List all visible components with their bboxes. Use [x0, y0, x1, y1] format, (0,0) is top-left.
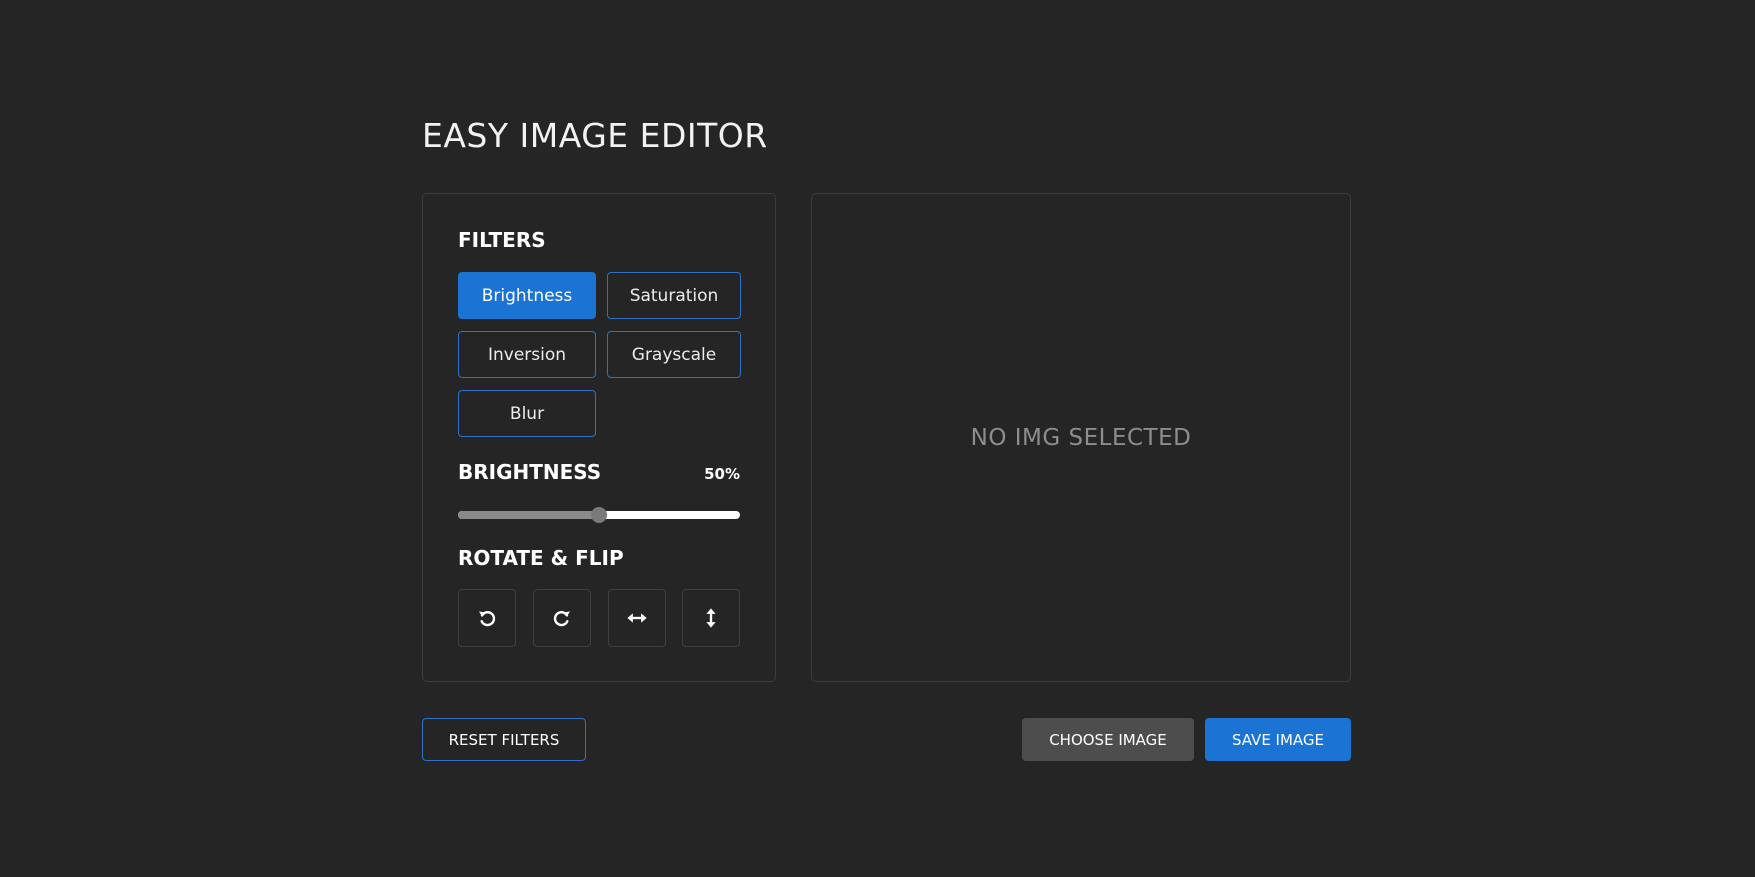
- slider-name: BRIGHTNESS: [458, 460, 602, 484]
- filter-grayscale-button[interactable]: Grayscale: [607, 331, 741, 378]
- rotate-left-button[interactable]: [458, 589, 516, 647]
- choose-image-button[interactable]: CHOOSE IMAGE: [1022, 718, 1194, 761]
- rotate-right-icon: [553, 611, 571, 627]
- flip-horizontal-icon: [627, 613, 647, 623]
- slider-value: 50%: [704, 465, 740, 483]
- filter-saturation-button[interactable]: Saturation: [607, 272, 741, 319]
- flip-horizontal-button[interactable]: [608, 589, 666, 647]
- editor-panel: FILTERS Brightness Saturation Inversion …: [422, 193, 776, 682]
- brightness-slider[interactable]: [458, 507, 740, 523]
- image-preview: NO IMG SELECTED: [811, 193, 1351, 682]
- reset-filters-button[interactable]: RESET FILTERS: [422, 718, 586, 761]
- filter-blur-button[interactable]: Blur: [458, 390, 596, 437]
- filters-heading: FILTERS: [458, 228, 546, 252]
- flip-vertical-icon: [706, 608, 716, 628]
- page-title: EASY IMAGE EDITOR: [422, 116, 768, 155]
- slider-fill: [458, 511, 599, 519]
- flip-vertical-button[interactable]: [682, 589, 740, 647]
- rotate-left-icon: [478, 611, 496, 627]
- save-image-button[interactable]: SAVE IMAGE: [1205, 718, 1351, 761]
- filter-brightness-button[interactable]: Brightness: [458, 272, 596, 319]
- rotate-flip-heading: ROTATE & FLIP: [458, 546, 624, 570]
- preview-placeholder: NO IMG SELECTED: [970, 424, 1192, 451]
- image-editor-app: EASY IMAGE EDITOR FILTERS Brightness Sat…: [422, 0, 1351, 877]
- rotate-right-button[interactable]: [533, 589, 591, 647]
- slider-thumb[interactable]: [591, 507, 607, 523]
- filter-inversion-button[interactable]: Inversion: [458, 331, 596, 378]
